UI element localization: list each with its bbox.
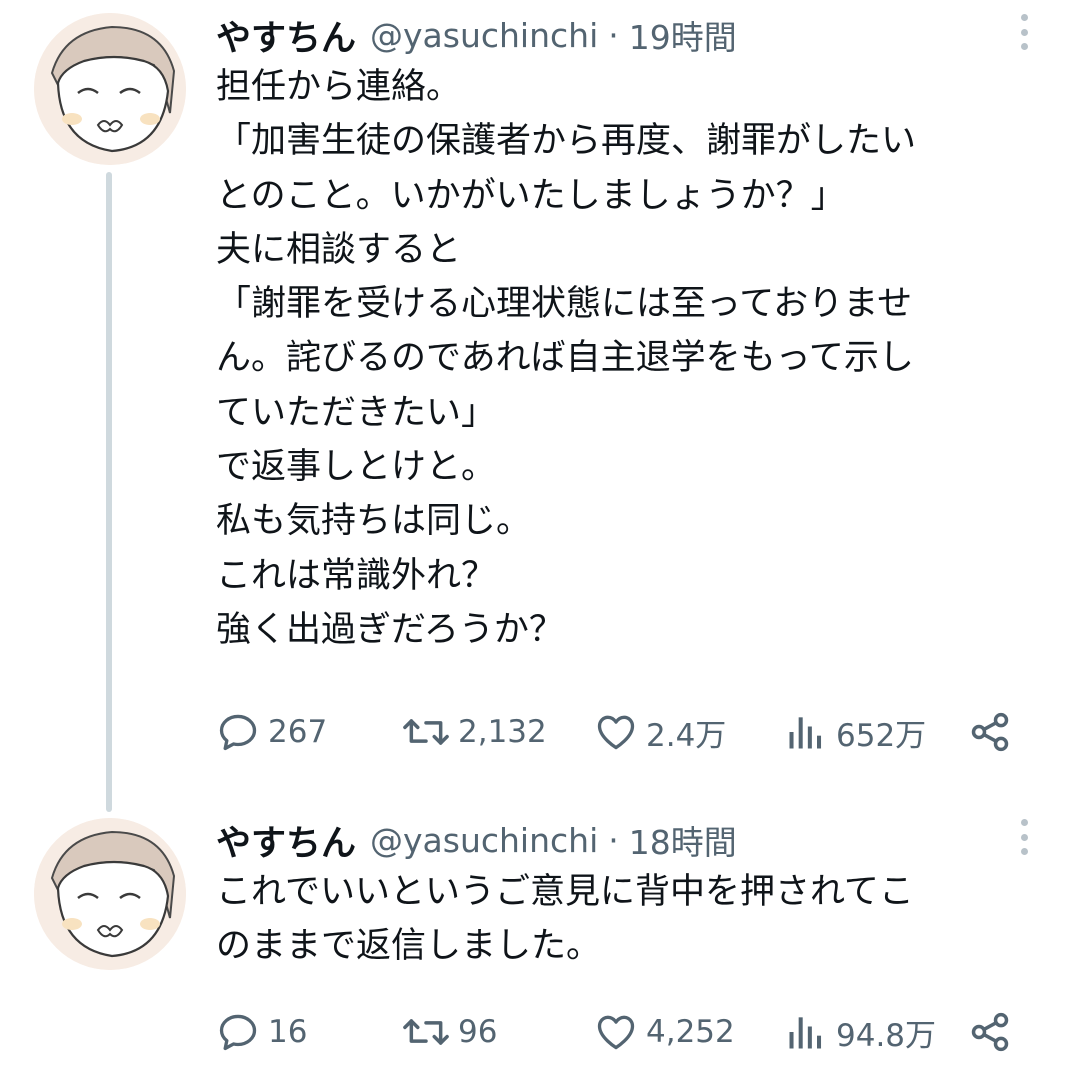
tweet-text-line: 「加害生徒の保護者から再度、謝罪がしたい [216,121,917,162]
tweet[interactable]: やすちん @yasuchinchi · 18時間 これでいいというご意見に背中を… [0,805,1079,1075]
tweet-text-line: ん。詫びるのであれば自主退学をもって示し [216,338,914,379]
action-bar: 267 2,132 2.4万 652万 [216,707,1026,757]
share-button[interactable] [968,707,1012,757]
thread-connector [106,172,112,812]
reply-icon [219,1014,257,1051]
tweet[interactable]: やすちん @yasuchinchi · 19時間 担任から連絡。 「加害生徒の保… [0,0,1079,812]
reply-count: 267 [268,714,328,750]
tweet-header: やすちん @yasuchinchi · 18時間 [216,815,737,865]
avatar[interactable] [34,13,186,165]
tweet-text-line: 担任から連絡。 [216,67,462,107]
tweet-text-line: これは常識外れ？ [216,555,497,596]
separator-dot: · [608,15,619,55]
more-icon[interactable] [1016,819,1032,855]
tweet-text-line: 強く出過ぎだろうか？ [216,609,564,650]
share-button[interactable] [968,1007,1012,1057]
like-count: 2.4万 [646,717,727,754]
retweet-icon [403,719,449,745]
views-icon [789,717,822,749]
tweet-text-line: で返事しとけと。 [216,447,497,488]
tweet-text-line: これでいいというご意見に背中を押されてこ [216,872,914,912]
retweet-button[interactable]: 96 [402,1007,497,1057]
user-handle[interactable]: @yasuchinchi [370,821,598,860]
more-icon[interactable] [1016,14,1032,50]
avatar-illustration [34,818,186,970]
reply-button[interactable]: 16 [216,1007,307,1057]
tweet-text-line: 夫に相談すると [216,229,462,270]
tweet-text-line: 「謝罪を受ける心理状態には至っておりませ [216,284,913,325]
display-name[interactable]: やすちん [216,10,356,61]
retweet-icon [403,1019,449,1045]
action-bar: 16 96 4,252 94.8万 [216,1007,1026,1057]
tweet-text-line: 私も気持ちは同じ。 [216,501,532,542]
like-button[interactable]: 2.4万 [594,707,726,757]
like-button[interactable]: 4,252 [594,1007,735,1057]
display-name[interactable]: やすちん [216,815,356,866]
views-button[interactable]: 94.8万 [784,1007,936,1057]
reply-button[interactable]: 267 [216,707,327,757]
like-count: 4,252 [646,1014,735,1050]
tweet-text: これでいいというご意見に背中を押されてこ のままで返信しました。 [216,865,1036,974]
reply-icon [219,714,257,751]
reply-count: 16 [268,1014,308,1050]
share-icon [971,712,1009,752]
retweet-count: 2,132 [458,714,547,750]
tweet-text-line: とのこと。いかがいたしましょうか？」 [216,175,846,216]
heart-icon [597,715,635,750]
tweet-text-line: ていただきたい」 [216,392,497,433]
timestamp[interactable]: 18時間 [629,816,737,864]
heart-icon [597,1015,635,1050]
view-count: 94.8万 [836,1017,937,1054]
timestamp[interactable]: 19時間 [629,11,737,59]
avatar[interactable] [34,818,186,970]
tweet-text: 担任から連絡。 「加害生徒の保護者から再度、謝罪がしたい とのこと。いかがいたし… [216,60,1036,657]
view-count: 652万 [836,717,927,754]
user-handle[interactable]: @yasuchinchi [370,16,598,55]
retweet-count: 96 [458,1014,498,1050]
tweet-text-line: のままで返信しました。 [216,926,602,967]
avatar-illustration [34,13,186,165]
separator-dot: · [608,820,619,860]
tweet-header: やすちん @yasuchinchi · 19時間 [216,10,737,60]
share-icon [971,1012,1009,1052]
views-button[interactable]: 652万 [784,707,926,757]
retweet-button[interactable]: 2,132 [402,707,547,757]
views-icon [789,1017,822,1049]
